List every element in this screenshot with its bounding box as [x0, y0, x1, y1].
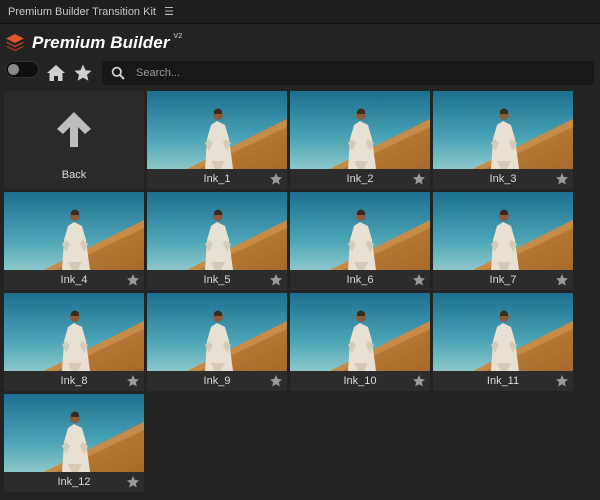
item-label: Ink_5	[203, 274, 231, 286]
back-label: Back	[61, 169, 87, 181]
layers-logo-icon	[6, 34, 24, 52]
favorite-star-icon[interactable]	[269, 374, 283, 388]
item-tile[interactable]: Ink_2	[290, 91, 430, 189]
item-tile[interactable]: Ink_9	[147, 293, 287, 391]
item-label: Ink_8	[60, 375, 88, 387]
favorite-star-icon[interactable]	[269, 172, 283, 186]
favorite-star-icon[interactable]	[126, 273, 140, 287]
item-thumbnail	[290, 293, 430, 371]
favorite-star-icon[interactable]	[126, 374, 140, 388]
item-tile[interactable]: Ink_8	[4, 293, 144, 391]
item-label: Ink_2	[346, 173, 374, 185]
item-thumbnail	[433, 192, 573, 270]
brand-name: Premium Builder	[32, 33, 170, 52]
item-tile[interactable]: Ink_5	[147, 192, 287, 290]
item-tile[interactable]: Ink_10	[290, 293, 430, 391]
favorite-star-icon[interactable]	[555, 172, 569, 186]
favorites-star-icon[interactable]	[73, 63, 93, 83]
item-thumbnail	[4, 293, 144, 371]
home-icon[interactable]	[46, 63, 66, 83]
item-thumbnail	[147, 192, 287, 270]
item-label: Ink_10	[343, 375, 377, 387]
panel-titlebar: Premium Builder Transition Kit ☰	[0, 0, 600, 24]
item-label: Ink_4	[60, 274, 88, 286]
item-tile[interactable]: Ink_6	[290, 192, 430, 290]
favorite-star-icon[interactable]	[126, 475, 140, 489]
brand-version: V2	[173, 32, 183, 40]
brand-header: Premium Builder V2	[4, 30, 182, 56]
item-thumbnail	[147, 91, 287, 169]
item-label: Ink_9	[203, 375, 231, 387]
arrow-up-icon	[57, 112, 91, 147]
item-tile[interactable]: Ink_3	[433, 91, 573, 189]
item-thumbnail	[433, 293, 573, 371]
favorite-star-icon[interactable]	[412, 172, 426, 186]
item-thumbnail	[290, 192, 430, 270]
item-label: Ink_12	[57, 476, 91, 488]
item-thumbnail	[290, 91, 430, 169]
item-label: Ink_11	[486, 375, 520, 387]
toolbar	[0, 60, 600, 86]
toggle-knob	[8, 64, 19, 75]
search-icon	[111, 66, 125, 80]
back-tile[interactable]: Back	[4, 91, 144, 189]
favorite-star-icon[interactable]	[269, 273, 283, 287]
favorite-star-icon[interactable]	[555, 273, 569, 287]
item-label: Ink_7	[489, 274, 517, 286]
item-label: Ink_3	[489, 173, 517, 185]
favorite-star-icon[interactable]	[412, 273, 426, 287]
item-label: Ink_6	[346, 274, 374, 286]
favorite-star-icon[interactable]	[555, 374, 569, 388]
item-tile[interactable]: Ink_1	[147, 91, 287, 189]
item-thumbnail	[4, 394, 144, 472]
item-tile[interactable]: Ink_4	[4, 192, 144, 290]
mode-toggle[interactable]	[5, 61, 39, 78]
items-grid: Back Ink_1 Ink_2 Ink_3 Ink_4 Ink_5 Ink_6…	[4, 91, 573, 492]
search-input[interactable]	[136, 61, 576, 85]
item-thumbnail	[433, 91, 573, 169]
item-tile[interactable]: Ink_12	[4, 394, 144, 492]
item-label: Ink_1	[203, 173, 231, 185]
item-tile[interactable]: Ink_11	[433, 293, 573, 391]
item-thumbnail	[147, 293, 287, 371]
panel-title: Premium Builder Transition Kit	[8, 5, 156, 18]
item-tile[interactable]: Ink_7	[433, 192, 573, 290]
search-bar	[102, 61, 594, 85]
favorite-star-icon[interactable]	[412, 374, 426, 388]
hamburger-icon[interactable]: ☰	[164, 5, 174, 18]
item-thumbnail	[4, 192, 144, 270]
